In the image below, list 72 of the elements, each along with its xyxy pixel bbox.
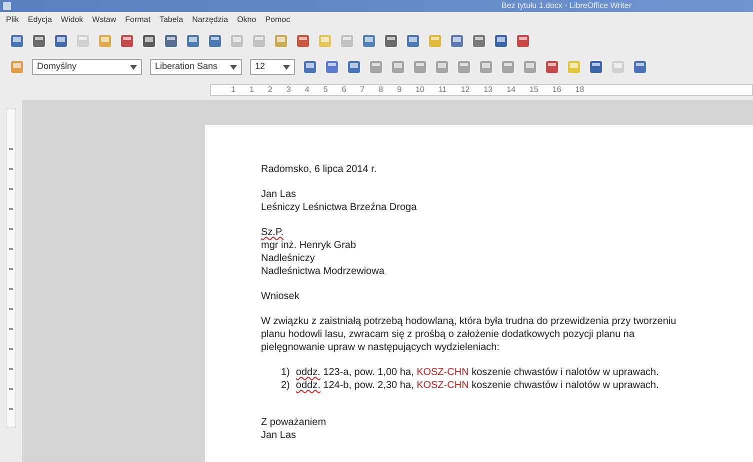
ruler-number: 1 xyxy=(231,85,236,95)
ruler-number: 18 xyxy=(575,85,584,95)
toolbar-icon[interactable] xyxy=(494,34,508,48)
toolbar-icon[interactable] xyxy=(120,34,134,48)
ruler-number: 8 xyxy=(378,85,384,95)
menu-item[interactable]: Pomoc xyxy=(265,14,290,26)
toolbar-icon[interactable] xyxy=(296,34,310,48)
menu-item[interactable]: Plik xyxy=(6,14,19,26)
ruler-number: 6 xyxy=(342,85,346,95)
toolbar-icon[interactable] xyxy=(384,34,398,48)
caret-icon xyxy=(230,64,237,70)
toolbar-icon[interactable] xyxy=(472,34,486,48)
size-dropdown[interactable]: 12 xyxy=(250,59,295,75)
text-line: Z poważaniem xyxy=(261,416,328,429)
caret-icon xyxy=(283,64,290,70)
ruler-number: 9 xyxy=(397,85,402,95)
text-line: Leśniczy Leśnictwa Brzeźna Droga xyxy=(261,201,418,214)
app-icon xyxy=(3,2,11,10)
ruler-number: 1 xyxy=(249,85,254,95)
ruler-number: 12 xyxy=(460,85,470,95)
menu-item[interactable]: Edycja xyxy=(28,14,52,26)
ruler-number: 7 xyxy=(360,85,365,95)
paragraph: W związku z zaistniałą potrzebą hodowlaną, która była trudna do przewidzenia przy tworzeniu planu hodowli lasu, zwracam się z prośbą o założenie dodatkowych pozycji planu na pielęgnowanie upraw w następujących wydzieleniach: xyxy=(261,315,678,354)
ruler-number: 5 xyxy=(323,85,328,95)
toolbar-icon[interactable] xyxy=(362,34,376,48)
ruler-number: 13 xyxy=(484,85,493,95)
text-line: Radomsko, 6 lipca 2014 r. xyxy=(261,163,378,176)
ruler-number: 3 xyxy=(286,85,291,95)
text-line: Jan Las xyxy=(261,429,298,442)
toolbar-icon[interactable] xyxy=(208,34,222,48)
ruler-number: 2 xyxy=(268,85,272,95)
menu-item[interactable]: Okno xyxy=(237,14,256,26)
menu-item[interactable]: Tabela xyxy=(159,14,184,26)
ruler-number: 14 xyxy=(506,85,516,95)
font-dropdown[interactable]: Liberation Sans xyxy=(150,59,242,75)
menu-item[interactable]: Widok xyxy=(60,14,84,26)
toolbar-icon[interactable] xyxy=(406,34,420,48)
toolbar-icon[interactable] xyxy=(325,60,339,74)
list-item: oddz. 124-b, pow. 2,30 ha, KOSZ-CHN koszenie chwastów i nalotów w uprawach. xyxy=(296,379,659,392)
text-line: mgr inż. Henryk Grab xyxy=(261,239,358,252)
toolbar-icon[interactable] xyxy=(516,34,530,48)
toolbar-icon[interactable] xyxy=(450,34,464,48)
text-line: Jan Las xyxy=(261,188,298,201)
window-title: Bez tytułu 1.docx - LibreOffice Writer xyxy=(502,0,632,12)
ruler-number: 11 xyxy=(438,85,447,95)
toolbar-icon[interactable] xyxy=(164,34,178,48)
toolbar-icon[interactable] xyxy=(142,34,156,48)
list-item: oddz. 123-a, pow. 1,00 ha, KOSZ-CHN koszenie chwastów i nalotów w uprawach. xyxy=(296,366,659,379)
style-dropdown[interactable]: Domyślny xyxy=(32,59,142,75)
list-number: 2) xyxy=(281,379,290,392)
text-line: Sz.P. xyxy=(261,226,284,239)
menu-item[interactable]: Wstaw xyxy=(92,14,116,26)
ruler-number: 10 xyxy=(416,85,424,95)
menu-item[interactable]: Format xyxy=(125,14,150,26)
toolbar-icon[interactable] xyxy=(10,34,24,48)
text-line: Nadleśnictwa Modrzewiowa xyxy=(261,265,386,278)
toolbar-icon[interactable] xyxy=(54,34,68,48)
menu-item[interactable]: Narzędzia xyxy=(192,14,228,26)
ruler-number: 4 xyxy=(304,85,310,95)
ruler-number: 15 xyxy=(529,85,538,95)
toolbar-icon[interactable] xyxy=(303,60,317,74)
toolbar-icon[interactable] xyxy=(589,60,603,74)
toolbar-icon[interactable] xyxy=(633,60,647,74)
toolbar-icon[interactable] xyxy=(186,34,200,48)
text-line: Nadleśniczy xyxy=(261,252,316,265)
toolbar-icon[interactable] xyxy=(32,34,46,48)
toolbar-icon[interactable] xyxy=(347,60,361,74)
text-line: Wniosek xyxy=(261,290,300,303)
ruler-number: 16 xyxy=(552,85,562,95)
caret-icon xyxy=(130,64,137,70)
list-number: 1) xyxy=(281,366,290,379)
toolbar-icon[interactable] xyxy=(545,60,559,74)
